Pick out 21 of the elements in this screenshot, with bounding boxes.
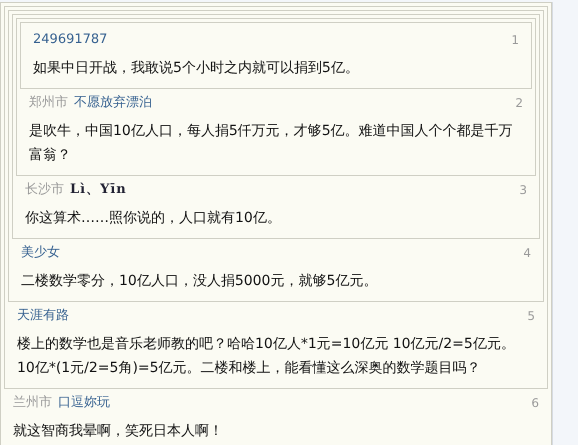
author-link[interactable]: 美少女 — [21, 245, 60, 260]
floor-number: 6 — [531, 395, 539, 412]
location-text: 长沙市 — [25, 182, 64, 197]
comment-text: 楼上的数学也是音乐老师教的吧？哈哈10亿人*1元=10亿元 10亿元/2=5亿元。 10亿*(1元/2=5角)=5亿元。二楼和楼上，能看懂这么深奥的数学题目吗？ — [16, 335, 516, 378]
comment-text: 如果中日开战，我敢说5个小时之内就可以捐到5亿。 — [32, 59, 360, 78]
comment-text: 是吹牛，中国10亿人口，每人捐5仟万元，才够5亿。难道中国人个个都是千万富翁？ — [28, 122, 514, 165]
floor-number: 4 — [523, 245, 531, 262]
comment-text: 你这算术……照你说的，人口就有10亿。 — [24, 209, 282, 228]
author-link[interactable]: Lì、Yīn — [70, 182, 127, 197]
floor-number: 5 — [527, 308, 535, 325]
author-link[interactable]: 249691787 — [33, 32, 108, 47]
comment-text: 就这智商我晕啊，笑死日本人啊！ — [12, 422, 224, 441]
location-text: 郑州市 — [29, 95, 68, 110]
author-link[interactable]: 天涯有路 — [17, 308, 69, 323]
floor-number: 1 — [511, 32, 519, 49]
floor-number: 3 — [519, 182, 527, 199]
location-text: 兰州市 — [13, 395, 52, 410]
floor-number: 2 — [515, 95, 523, 112]
author-link[interactable]: 口逗妳玩 — [58, 395, 110, 410]
author-link[interactable]: 不愿放弃漂泊 — [74, 95, 152, 110]
comment-text: 二楼数学零分，10亿人口，没人捐5000元，就够5亿元。 — [20, 272, 378, 291]
